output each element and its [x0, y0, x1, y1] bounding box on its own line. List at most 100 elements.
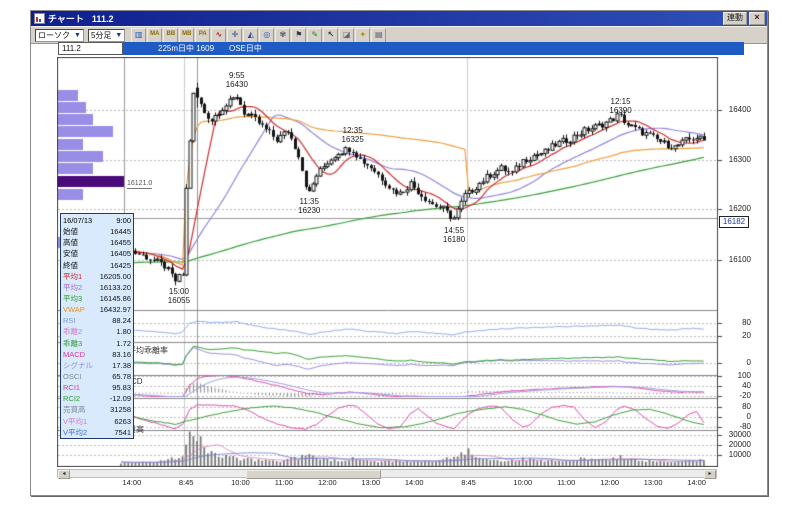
tooltip-row-value: 7541: [114, 427, 131, 437]
chart-annotation: 9:55 16430: [225, 71, 248, 89]
tooltip-row: 終値 16425: [63, 260, 131, 271]
time-axis-label: 13:00: [361, 478, 381, 487]
tooltip-row: 乖離3 1.72: [63, 338, 131, 349]
bb-indicator-icon[interactable]: BB: [163, 27, 179, 43]
chart-crosshair-icon[interactable]: ✛: [227, 27, 243, 43]
price-axis-tick-label: 16300: [728, 155, 751, 164]
chart-type-label: ローソク: [38, 30, 70, 40]
tooltip-row-label: 終値: [63, 260, 78, 270]
chart-annotation: 14:55 16180: [442, 226, 466, 244]
tooltip-row-value: 31258: [110, 405, 131, 415]
tooltip-row: 乖離2 1.80: [63, 326, 131, 337]
indicator-axis-tick-label: 0: [746, 358, 751, 367]
interval-dropdown[interactable]: 5分足 ▼: [87, 28, 126, 42]
tooltip-row-value: 16405: [110, 249, 131, 259]
chevron-down-icon: ▼: [74, 31, 81, 39]
time-axis-label: 14:00: [122, 478, 142, 487]
tooltip-row-label: 乖離2: [63, 327, 83, 337]
pa-indicator-icon[interactable]: PA: [195, 27, 211, 43]
indicator-axis-tick-label: 10000: [728, 450, 751, 459]
close-icon[interactable]: ×: [749, 12, 765, 25]
tooltip-header-row: 16/07/13 9:00: [63, 215, 131, 226]
tooltip-time: 9:00: [116, 216, 131, 225]
tooltip-row: 高値 16455: [63, 237, 131, 248]
indicator-axis-tick-label: 20000: [728, 440, 751, 449]
price-axis-tick-label: 16200: [728, 204, 751, 213]
indicator-axis-tick-label: 20: [742, 331, 751, 340]
tooltip-row: 平均2 16133.20: [63, 282, 131, 293]
current-price-badge: 16182: [719, 216, 749, 228]
session-label: OSE日中: [229, 44, 262, 53]
tooltip-row: シグナル 17.38: [63, 360, 131, 371]
symbol-box[interactable]: 111.2: [58, 42, 123, 55]
tooltip-row-label: 乖離3: [63, 338, 83, 348]
tooltip-row-value: 17.38: [112, 360, 131, 370]
tooltip-row: MACD 83.16: [63, 349, 131, 360]
zoom-icon[interactable]: ◎: [259, 27, 275, 43]
time-axis-label: 10:00: [513, 478, 533, 487]
tooltip-row-label: OSCI: [63, 371, 82, 381]
tooltip-row-label: V平均2: [63, 427, 88, 437]
info-bar: 111.2 225m日中 1609 OSE日中: [58, 42, 744, 55]
tooltip-row-label: 売買高: [63, 405, 86, 415]
time-axis-label: 12:00: [600, 478, 620, 487]
time-axis-label: 14:00: [404, 478, 424, 487]
tooltip-row-value: 16133.20: [99, 282, 131, 292]
tooltip-row: V平均2 7541: [63, 427, 131, 438]
line-chart-icon[interactable]: ∿: [211, 27, 227, 43]
chart-annotation: 15:00 16055: [167, 287, 191, 305]
candlestick-chart-icon[interactable]: ▥: [131, 27, 147, 43]
tooltip-row-label: シグナル: [63, 360, 93, 370]
key-icon[interactable]: ✦: [355, 27, 371, 43]
tooltip-row: 平均3 16145.86: [63, 293, 131, 304]
indicator-axis-tick-label: 30000: [728, 430, 751, 439]
tooltip-row: RCI1 95.83: [63, 382, 131, 393]
tooltip-row-value: 16145.86: [99, 293, 131, 303]
time-axis-label: 8:45: [178, 478, 194, 487]
price-chart-canvas[interactable]: [57, 57, 763, 467]
tooltip-row: 始値 16445: [63, 226, 131, 237]
time-axis-label: 13:00: [643, 478, 663, 487]
ma-indicator-icon[interactable]: MA: [147, 27, 163, 43]
draw-pencil-icon[interactable]: ✎: [307, 27, 323, 43]
tooltip-row-label: 平均3: [63, 293, 83, 303]
tooltip-row-label: 始値: [63, 227, 78, 237]
tooltip-row: 売買高 31258: [63, 404, 131, 415]
tooltip-row: RSI 88.24: [63, 315, 131, 326]
interval-label: 5分足: [90, 30, 112, 40]
mini-chart-icon[interactable]: ▤: [371, 27, 387, 43]
window-title-value: 111.2: [91, 13, 114, 24]
tooltip-row-value: 16445: [110, 227, 131, 237]
indicator-axis-tick-label: 80: [742, 402, 751, 411]
tooltip-row-value: 16205.00: [99, 271, 131, 281]
flag-icon[interactable]: ⚑: [291, 27, 307, 43]
tooltip-date: 16/07/13: [63, 216, 93, 225]
link-button[interactable]: 連動: [723, 12, 747, 25]
settings-gear-icon[interactable]: ✾: [275, 27, 291, 43]
tooltip-row-label: RCI2: [63, 394, 81, 404]
title-bar[interactable]: チャート 111.2 連動 ×: [31, 11, 767, 26]
tooltip-row-label: 平均1: [63, 271, 83, 281]
mb-indicator-icon[interactable]: MB: [179, 27, 195, 43]
horizontal-scrollbar[interactable]: ◂ ▸: [57, 469, 717, 479]
tooltip-row-value: 16455: [110, 238, 131, 248]
tooltip-row: 安値 16405: [63, 248, 131, 259]
tooltip-row-value: 16432.97: [99, 305, 131, 315]
scroll-right-icon[interactable]: ▸: [704, 470, 716, 479]
chart-pointer-icon[interactable]: ◭: [243, 27, 259, 43]
chart-type-dropdown[interactable]: ローソク ▼: [35, 28, 84, 42]
tooltip-row-value: 6263: [114, 416, 131, 426]
tooltip-row-value: 88.24: [112, 316, 131, 326]
time-axis-label: 11:00: [274, 478, 293, 487]
tooltip-row-label: V平均1: [63, 416, 88, 426]
select-cursor-icon[interactable]: ↖: [323, 27, 339, 43]
time-axis-label: 14:00: [687, 478, 706, 487]
eraser-icon[interactable]: ◪: [339, 27, 355, 43]
indicator-axis-tick-label: 40: [742, 381, 751, 390]
chart-app-icon: [34, 13, 45, 24]
scroll-left-icon[interactable]: ◂: [58, 470, 70, 479]
scrollbar-thumb[interactable]: [246, 470, 381, 479]
tooltip-row-label: 安値: [63, 249, 78, 259]
tooltip-row-value: 65.78: [112, 371, 131, 381]
indicator-axis-tick-label: 0: [746, 412, 751, 421]
